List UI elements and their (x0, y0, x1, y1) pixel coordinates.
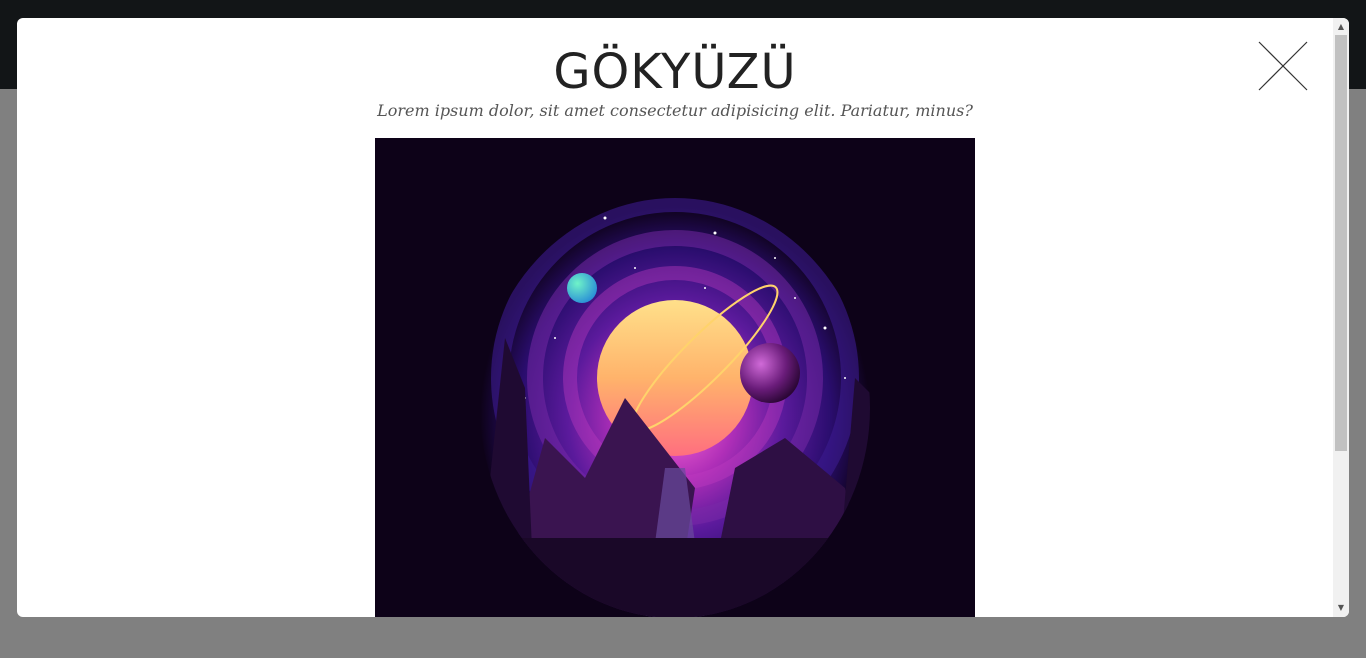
scroll-thumb[interactable] (1335, 35, 1347, 451)
close-button[interactable] (1257, 40, 1309, 92)
close-icon (1258, 41, 1308, 91)
modal-title: GÖKYÜZÜ (553, 44, 797, 100)
scroll-down-arrow[interactable]: ▼ (1333, 601, 1349, 615)
modal-image (375, 138, 975, 617)
space-landscape-illustration (375, 138, 975, 617)
image-modal: GÖKYÜZÜ Lorem ipsum dolor, sit amet cons… (17, 18, 1349, 617)
modal-scrollbar[interactable]: ▲ ▼ (1333, 18, 1349, 617)
modal-subtitle: Lorem ipsum dolor, sit amet consectetur … (377, 101, 973, 120)
scroll-up-arrow[interactable]: ▲ (1333, 20, 1349, 34)
